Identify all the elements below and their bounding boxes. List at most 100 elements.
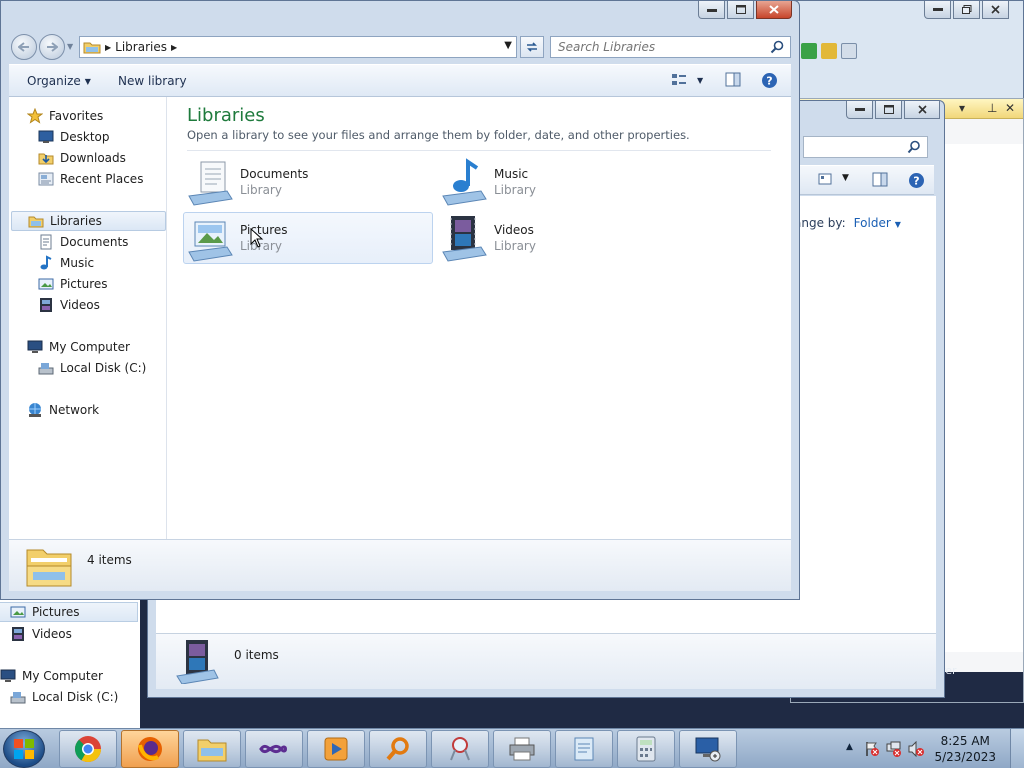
preview-pane-icon[interactable] (725, 72, 741, 88)
library-item-pictures[interactable]: Pictures Library (183, 212, 433, 264)
nav-item-label: My Computer (22, 669, 103, 683)
refresh-icon (527, 42, 537, 52)
dropdown-icon[interactable] (841, 43, 857, 59)
visual-studio-icon (259, 744, 287, 754)
library-item-videos[interactable]: Videos Library (437, 212, 687, 264)
search-input[interactable] (558, 40, 768, 54)
tools-icon[interactable] (821, 43, 837, 59)
taskbar-chrome[interactable] (59, 730, 117, 768)
close-icon[interactable]: ✕ (1005, 101, 1015, 115)
second-window-status-bar: 0 items (156, 633, 936, 689)
taskbar-calculator[interactable] (617, 730, 675, 768)
recent-pages-dropdown-icon[interactable]: ▼ (67, 42, 73, 51)
media-player-icon (324, 737, 348, 761)
nav-item-videos[interactable]: Videos (10, 624, 72, 644)
taskbar-notepad[interactable] (555, 730, 613, 768)
back-arrow-icon (18, 42, 29, 52)
pictures-icon (10, 606, 26, 618)
address-dropdown-icon[interactable]: ▼ (504, 40, 512, 51)
help-icon[interactable]: ? (908, 172, 925, 189)
show-hidden-icons-icon[interactable]: ▲ (846, 742, 853, 752)
nav-item-local-disk[interactable]: Local Disk (C:) (10, 687, 118, 707)
arrange-by[interactable]: ange by: Folder ▼ (794, 216, 901, 230)
dropdown-icon[interactable]: ▾ (959, 101, 965, 115)
nav-item-local-disk[interactable]: Local Disk (C:) (38, 358, 146, 378)
taskbar-snipping-tool[interactable] (431, 730, 489, 768)
view-dropdown-icon[interactable]: ▼ (697, 76, 703, 85)
forward-arrow-icon[interactable] (801, 43, 817, 59)
nav-item-documents[interactable]: Documents (38, 232, 128, 252)
start-button[interactable] (3, 730, 45, 768)
minimize-button[interactable] (924, 1, 951, 19)
nav-item-desktop[interactable]: Desktop (38, 127, 110, 147)
snipping-tool-icon (450, 737, 470, 761)
search-icon[interactable] (770, 40, 784, 54)
close-button[interactable] (982, 1, 1009, 19)
nav-item-my-computer[interactable]: My Computer (27, 337, 130, 357)
arrange-dropdown-icon[interactable]: ▼ (895, 220, 901, 229)
back-button[interactable] (11, 34, 37, 60)
nav-item-label: Libraries (50, 214, 102, 228)
library-name: Documents (240, 167, 309, 181)
show-desktop-button[interactable] (1010, 729, 1024, 768)
printer-icon (509, 737, 535, 761)
search-box[interactable] (550, 36, 791, 58)
nav-item-label: Local Disk (C:) (60, 361, 147, 375)
title-bar[interactable] (1, 1, 799, 31)
libraries-folder-icon (83, 42, 101, 54)
preview-pane-icon[interactable] (872, 172, 888, 188)
taskbar-firefox[interactable] (121, 730, 179, 768)
taskbar-printer[interactable] (493, 730, 551, 768)
refresh-button[interactable] (520, 36, 544, 58)
action-center-flag-icon[interactable] (864, 741, 880, 757)
network-status-icon[interactable] (886, 741, 902, 757)
change-view-icon[interactable] (818, 172, 832, 186)
arrange-by-value[interactable]: Folder (854, 216, 891, 230)
close-button[interactable] (756, 1, 792, 19)
status-bar: 4 items (9, 539, 791, 591)
breadcrumb-separator-icon[interactable]: ▶ (171, 43, 177, 52)
clock-date: 5/23/2023 (934, 750, 996, 764)
help-icon[interactable]: ? (761, 72, 778, 89)
nav-item-libraries[interactable]: Libraries (11, 211, 166, 231)
close-button[interactable] (904, 101, 940, 119)
maximize-button[interactable] (727, 1, 754, 19)
library-item-documents[interactable]: Documents Library (183, 156, 433, 208)
new-library-button[interactable]: New library (118, 74, 187, 88)
search-box[interactable] (803, 136, 928, 158)
address-bar[interactable]: ▶ Libraries ▶ ▼ (79, 36, 517, 58)
taskbar-visual-studio[interactable] (245, 730, 303, 768)
taskbar-media-player[interactable] (307, 730, 365, 768)
breadcrumb-libraries[interactable]: Libraries (115, 40, 167, 54)
nav-item-pictures[interactable]: Pictures (38, 274, 108, 294)
restore-button[interactable] (953, 1, 980, 19)
nav-item-music[interactable]: Music (38, 253, 94, 273)
taskbar-explorer[interactable] (183, 730, 241, 768)
music-note-icon (40, 255, 52, 270)
view-dropdown-icon[interactable]: ▼ (842, 173, 849, 183)
forward-button[interactable] (39, 34, 65, 60)
documents-library-icon (188, 161, 233, 206)
library-item-music[interactable]: Music Library (437, 156, 687, 208)
taskbar-remote-desktop[interactable] (679, 730, 737, 768)
change-view-icon[interactable] (671, 72, 687, 88)
nav-item-recent-places[interactable]: Recent Places (38, 169, 143, 189)
nav-item-label: Desktop (60, 130, 110, 144)
maximize-button[interactable] (875, 101, 902, 119)
breadcrumb-separator-icon[interactable]: ▶ (105, 43, 111, 52)
minimize-button[interactable] (846, 101, 873, 119)
minimize-button[interactable] (698, 1, 725, 19)
pin-icon[interactable]: ⊥ (987, 101, 997, 115)
nav-item-network[interactable]: Network (27, 400, 99, 420)
nav-item-pictures[interactable]: Pictures (0, 602, 138, 622)
clock[interactable]: 8:25 AM 5/23/2023 (934, 733, 996, 765)
nav-item-videos[interactable]: Videos (38, 295, 100, 315)
volume-muted-icon[interactable] (908, 741, 924, 757)
hard-disk-icon (10, 692, 26, 704)
navigation-pane: Favorites Desktop Downloads Recent Place… (9, 97, 167, 539)
nav-item-my-computer[interactable]: My Computer (0, 666, 103, 686)
nav-item-downloads[interactable]: Downloads (38, 148, 126, 168)
organize-button[interactable]: Organize ▼ (27, 74, 91, 88)
nav-item-favorites[interactable]: Favorites (27, 106, 103, 126)
taskbar-search[interactable] (369, 730, 427, 768)
